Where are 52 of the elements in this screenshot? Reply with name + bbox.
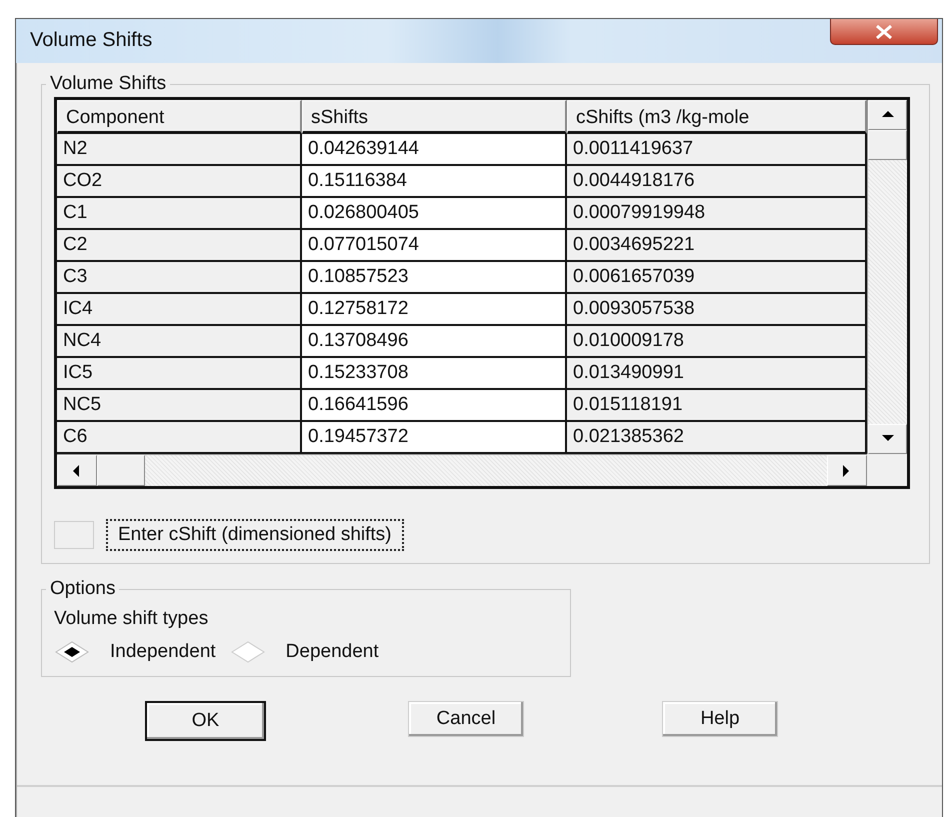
table-cell: 0.00079919948: [567, 198, 867, 230]
table-cell: CO2: [57, 166, 302, 198]
table-cell[interactable]: 0.10857523: [302, 262, 567, 294]
table-cell[interactable]: 0.16641596: [302, 390, 567, 422]
table-cell: NC5: [57, 390, 302, 422]
table-cell[interactable]: 0.15116384: [302, 166, 567, 198]
table-cell: 0.0093057538: [567, 294, 867, 326]
window-title: Volume Shifts: [30, 28, 152, 52]
table-cell: C6: [57, 422, 302, 454]
horizontal-scrollbar[interactable]: [57, 454, 867, 486]
close-icon: [875, 24, 893, 38]
group-title: Volume Shifts: [49, 73, 168, 95]
table-cell[interactable]: 0.077015074: [302, 230, 567, 262]
table-cell[interactable]: 0.13708496: [302, 326, 567, 358]
column-header[interactable]: cShifts (m3 /kg-mole: [567, 100, 867, 134]
table-cell[interactable]: 0.19457372: [302, 422, 567, 454]
table-cell: 0.010009178: [567, 326, 867, 358]
table-cell: C2: [57, 230, 302, 262]
scroll-thumb[interactable]: [97, 455, 145, 486]
radio-button[interactable]: [54, 640, 90, 664]
column-header[interactable]: Component: [57, 100, 302, 134]
table-cell[interactable]: 0.026800405: [302, 198, 567, 230]
table-cell: N2: [57, 134, 302, 166]
dialog-button[interactable]: Cancel: [408, 701, 524, 737]
scroll-thumb[interactable]: [868, 130, 907, 160]
table-cell: IC4: [57, 294, 302, 326]
table-cell[interactable]: 0.15233708: [302, 358, 567, 390]
group-title: Options: [49, 578, 116, 600]
table-cell: 0.015118191: [567, 390, 867, 422]
column-header[interactable]: sShifts: [302, 100, 567, 134]
radio-label[interactable]: Independent: [110, 641, 216, 663]
table-cell: IC5: [57, 358, 302, 390]
table-cell: 0.0044918176: [567, 166, 867, 198]
field-label: Volume shift types: [54, 607, 210, 631]
table-cell: 0.0034695221: [567, 230, 867, 262]
table-cell[interactable]: 0.042639144: [302, 134, 567, 166]
dialog-button[interactable]: Help: [662, 701, 778, 737]
table-cell[interactable]: 0.12758172: [302, 294, 567, 326]
toggle-button[interactable]: [54, 521, 94, 549]
table-cell: 0.0061657039: [567, 262, 867, 294]
dialog-button[interactable]: OK: [145, 701, 266, 741]
radio-button[interactable]: [230, 640, 266, 664]
table-cell: NC4: [57, 326, 302, 358]
table-cell: C3: [57, 262, 302, 294]
radio-label[interactable]: Dependent: [286, 641, 379, 663]
close-button[interactable]: [830, 19, 938, 45]
table-cell: 0.013490991: [567, 358, 867, 390]
table-cell: 0.021385362: [567, 422, 867, 454]
table-cell: 0.0011419637: [567, 134, 867, 166]
toggle-label[interactable]: Enter cShift (dimensioned shifts): [106, 519, 404, 551]
table-cell: C1: [57, 198, 302, 230]
vertical-scrollbar[interactable]: [867, 100, 907, 454]
